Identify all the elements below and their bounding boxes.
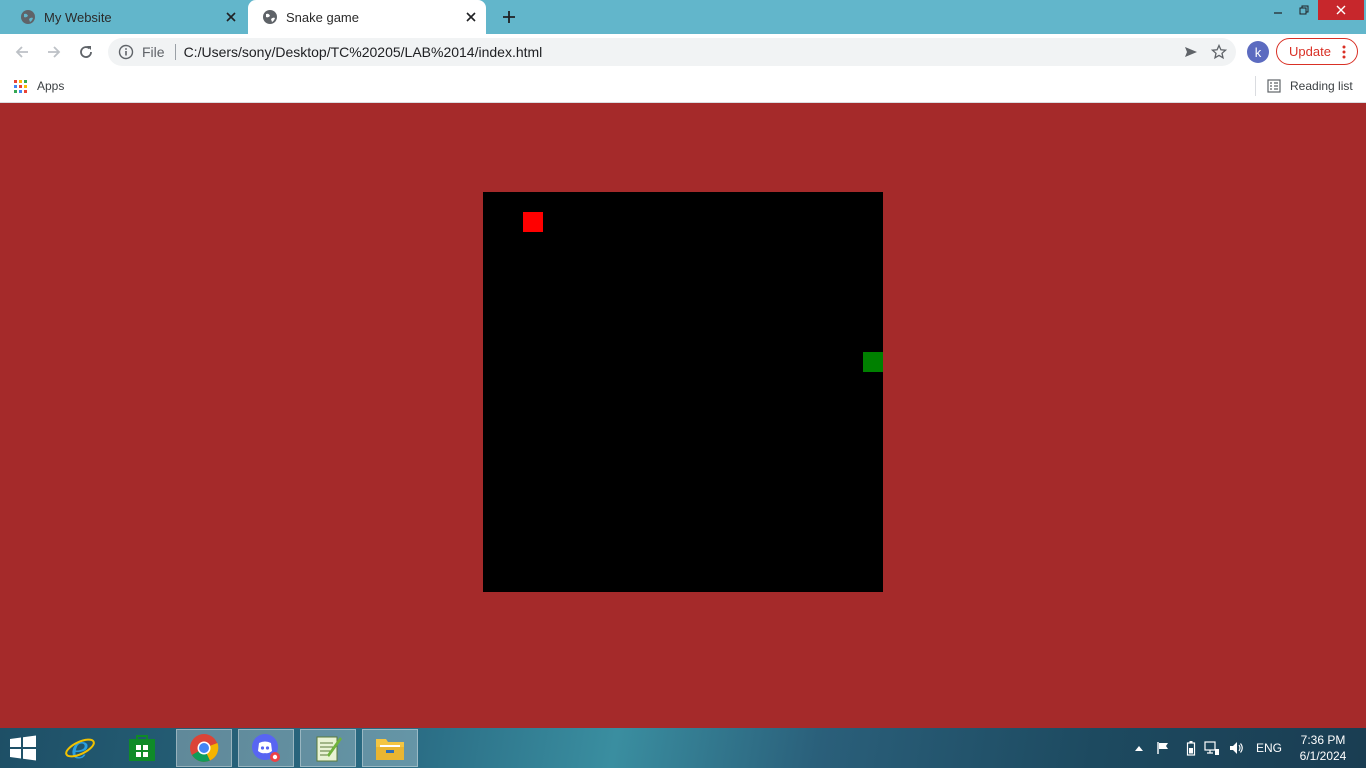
food-cell — [523, 212, 543, 232]
close-tab-icon[interactable] — [460, 6, 482, 28]
apps-grid-icon — [14, 79, 27, 93]
snake-head-cell — [863, 352, 883, 372]
apps-label: Apps — [37, 79, 65, 93]
system-clock[interactable]: 7:36 PM 6/1/2024 — [1290, 732, 1356, 764]
tab-snake-game[interactable]: Snake game — [248, 0, 486, 34]
svg-text:e: e — [71, 732, 89, 764]
send-icon[interactable] — [1180, 41, 1202, 63]
star-bookmark-icon[interactable] — [1208, 41, 1230, 63]
notepad-icon[interactable] — [300, 729, 356, 767]
omnibox-divider — [174, 44, 176, 60]
tab-strip: My Website Snake game — [0, 0, 1366, 34]
show-hidden-icons-icon[interactable] — [1132, 728, 1146, 768]
game-board[interactable] — [483, 192, 883, 592]
file-explorer-icon[interactable] — [362, 729, 418, 767]
battery-icon[interactable] — [1182, 728, 1200, 768]
bookmarks-divider — [1255, 76, 1256, 96]
url-scheme-label: File — [142, 44, 165, 60]
internet-explorer-icon[interactable]: e — [52, 729, 108, 767]
reading-list-icon — [1267, 79, 1281, 93]
volume-icon[interactable] — [1226, 728, 1246, 768]
windows-start-icon[interactable] — [8, 735, 38, 761]
forward-arrow-icon[interactable] — [42, 40, 66, 64]
tab-title: Snake game — [286, 9, 359, 25]
discord-icon[interactable] — [238, 729, 294, 767]
more-menu-icon — [1337, 45, 1351, 59]
profile-avatar[interactable]: k — [1247, 41, 1269, 63]
chrome-icon[interactable] — [176, 729, 232, 767]
reading-list-button[interactable]: Reading list — [1267, 76, 1353, 96]
url-text[interactable]: C:/Users/sony/Desktop/TC%20205/LAB%2014/… — [184, 44, 1180, 60]
language-indicator[interactable]: ENG — [1252, 728, 1286, 768]
browser-toolbar: File C:/Users/sony/Desktop/TC%20205/LAB%… — [0, 34, 1366, 70]
windows-taskbar: e ENG 7:36 PM 6/1/2024 — [0, 728, 1366, 768]
tab-my-website[interactable]: My Website — [8, 0, 246, 34]
info-icon[interactable] — [118, 44, 134, 60]
globe-icon — [262, 9, 278, 25]
action-center-flag-icon[interactable] — [1154, 728, 1172, 768]
store-icon[interactable] — [114, 729, 170, 767]
reading-list-label: Reading list — [1290, 79, 1353, 93]
minimize-window-icon[interactable] — [1266, 0, 1290, 20]
apps-bookmark[interactable]: Apps — [14, 76, 64, 96]
back-arrow-icon[interactable] — [10, 40, 34, 64]
close-window-icon[interactable] — [1318, 0, 1364, 20]
bookmarks-bar: Apps Reading list — [0, 70, 1366, 103]
snake-game-page — [0, 103, 1366, 728]
close-tab-icon[interactable] — [220, 6, 242, 28]
network-icon[interactable] — [1202, 728, 1222, 768]
tab-title: My Website — [44, 9, 112, 25]
clock-time: 7:36 PM — [1300, 733, 1346, 747]
clock-date: 6/1/2024 — [1299, 749, 1347, 763]
globe-icon — [20, 9, 36, 25]
update-label: Update — [1289, 44, 1331, 59]
reload-icon[interactable] — [74, 40, 98, 64]
address-bar[interactable]: File C:/Users/sony/Desktop/TC%20205/LAB%… — [108, 38, 1236, 66]
new-tab-plus-icon[interactable] — [498, 6, 520, 28]
update-button[interactable]: Update — [1276, 38, 1358, 65]
restore-window-icon[interactable] — [1292, 0, 1316, 20]
